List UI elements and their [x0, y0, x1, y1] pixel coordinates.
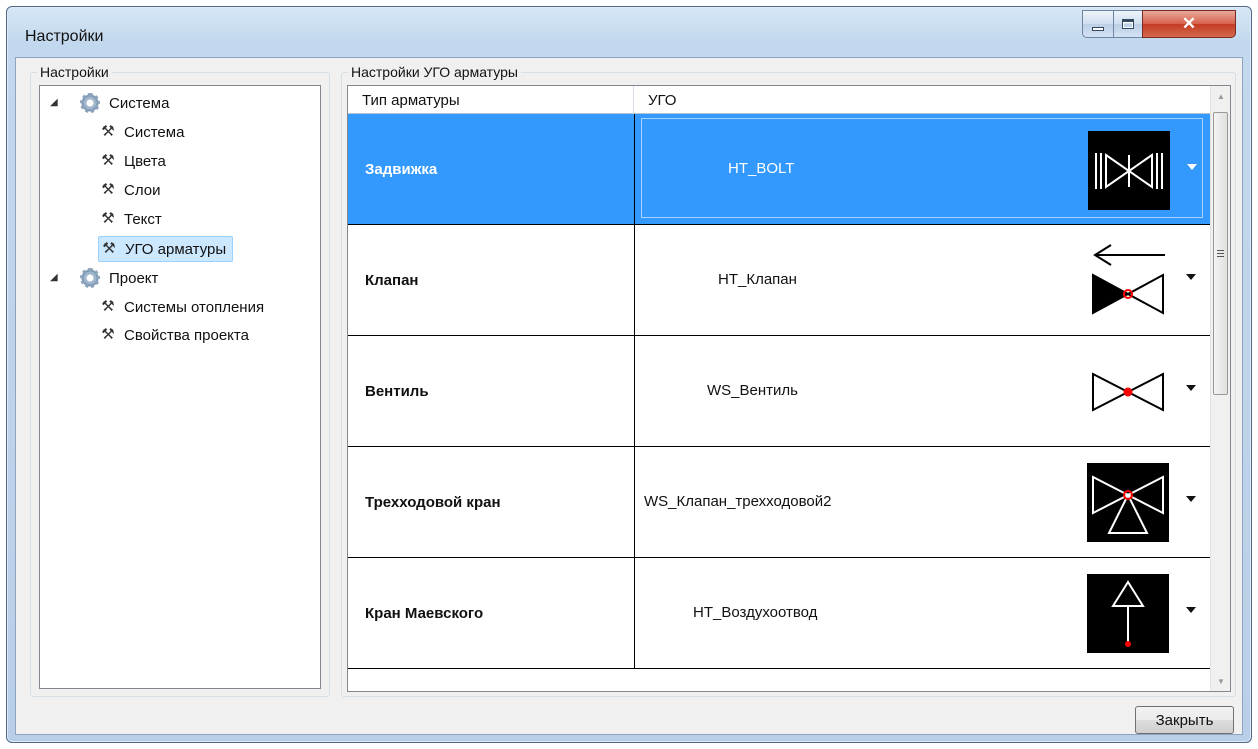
- gate-valve-symbol: [1088, 131, 1170, 210]
- dropdown-arrow-icon[interactable]: [1186, 607, 1196, 613]
- tools-icon: ⚒: [102, 240, 116, 257]
- ugo-combobox[interactable]: HT_BOLT: [641, 118, 1203, 218]
- column-header-ugo[interactable]: УГО: [634, 86, 1210, 114]
- tools-icon: ⚒: [101, 326, 115, 343]
- window-title: Настройки: [25, 28, 104, 45]
- type-cell[interactable]: Клапан: [348, 225, 635, 335]
- scroll-up-icon[interactable]: ▲: [1211, 86, 1230, 106]
- tools-icon: ⚒: [101, 181, 115, 198]
- settings-groupbox: Настройки ◢ Система ⚒ Система ⚒ Цвета ⚒ …: [30, 64, 330, 697]
- table-row[interactable]: Задвижка HT_BOLT: [348, 114, 1210, 225]
- tree-node-label: Свойства проекта: [124, 326, 249, 344]
- tools-icon: ⚒: [101, 210, 115, 227]
- expanded-arrow-icon[interactable]: ◢: [50, 272, 60, 283]
- dropdown-arrow-icon[interactable]: [1186, 274, 1196, 280]
- tree-node-layers[interactable]: ⚒ Слои: [98, 179, 160, 201]
- settings-groupbox-legend: Настройки: [37, 64, 112, 80]
- ugo-combobox[interactable]: WS_Клапан_трехходовой2: [641, 451, 1203, 551]
- three-way-valve-symbol: [1087, 463, 1169, 542]
- ugo-cell[interactable]: WS_Клапан_трехходовой2: [635, 447, 1210, 557]
- ugo-name: HT_Клапан: [718, 270, 797, 288]
- grip-icon: [1217, 250, 1224, 257]
- tree-node-label: Система: [109, 94, 170, 112]
- ugo-cell[interactable]: HT_Воздухоотвод: [635, 558, 1210, 668]
- maximize-icon: [1122, 19, 1134, 29]
- check-valve-symbol: [1087, 241, 1169, 320]
- scroll-down-icon[interactable]: ▼: [1211, 671, 1230, 691]
- tools-icon: ⚒: [101, 152, 115, 169]
- client-area: Настройки ◢ Система ⚒ Система ⚒ Цвета ⚒ …: [15, 57, 1243, 735]
- dropdown-arrow-icon[interactable]: [1186, 385, 1196, 391]
- type-cell[interactable]: Кран Маевского: [348, 558, 635, 668]
- table-row[interactable]: Кран Маевского HT_Воздухоотвод: [348, 558, 1210, 669]
- tree-node-heating-systems[interactable]: ⚒ Системы отопления: [98, 296, 264, 318]
- settings-tree[interactable]: ◢ Система ⚒ Система ⚒ Цвета ⚒ Слои ⚒ Тек…: [39, 85, 321, 689]
- scrollbar-thumb[interactable]: [1213, 112, 1228, 395]
- table-row[interactable]: Трехходовой кран WS_Клапан_трехходовой2: [348, 447, 1210, 558]
- air-vent-symbol: [1087, 574, 1169, 653]
- grid-header: Тип арматуры УГО: [348, 86, 1210, 114]
- tree-node-project[interactable]: ◢ Проект: [50, 267, 158, 289]
- ugo-name: HT_BOLT: [728, 159, 795, 177]
- ugo-name: WS_Вентиль: [707, 381, 798, 399]
- ugo-settings-groupbox-legend: Настройки УГО арматуры: [348, 64, 521, 80]
- ugo-combobox[interactable]: HT_Клапан: [641, 229, 1203, 329]
- tree-node-project-properties[interactable]: ⚒ Свойства проекта: [98, 324, 249, 346]
- ugo-name: HT_Воздухоотвод: [693, 603, 818, 621]
- tree-node-label: УГО арматуры: [125, 240, 227, 258]
- vertical-scrollbar[interactable]: ▲ ▼: [1210, 86, 1230, 691]
- ugo-cell[interactable]: HT_Клапан: [635, 225, 1210, 335]
- gear-icon: [80, 268, 100, 288]
- close-icon: ✕: [1181, 14, 1197, 33]
- ugo-combobox[interactable]: HT_Воздухоотвод: [641, 562, 1203, 662]
- dropdown-arrow-icon[interactable]: [1186, 496, 1196, 502]
- tools-icon: ⚒: [101, 298, 115, 315]
- ugo-cell[interactable]: WS_Вентиль: [635, 336, 1210, 446]
- close-window-button[interactable]: ✕: [1142, 10, 1236, 38]
- type-cell[interactable]: Вентиль: [348, 336, 635, 446]
- tree-node-ugo-armatury[interactable]: ⚒ УГО арматуры: [98, 236, 234, 262]
- maximize-button[interactable]: [1113, 10, 1143, 38]
- type-cell[interactable]: Трехходовой кран: [348, 447, 635, 557]
- tree-node-system-general[interactable]: ⚒ Система: [98, 121, 184, 143]
- close-button[interactable]: Закрыть: [1135, 706, 1234, 734]
- ugo-combobox[interactable]: WS_Вентиль: [641, 340, 1203, 440]
- tree-node-label: Системы отопления: [124, 298, 265, 316]
- tree-node-colors[interactable]: ⚒ Цвета: [98, 150, 166, 172]
- dropdown-arrow-icon[interactable]: [1187, 164, 1197, 170]
- column-header-type[interactable]: Тип арматуры: [348, 86, 634, 114]
- grid-rows: Задвижка HT_BOLT Клапан HT_Клапан Вентил…: [348, 114, 1210, 669]
- ugo-grid[interactable]: Тип арматуры УГО Задвижка HT_BOLT Клапан…: [347, 85, 1231, 692]
- expanded-arrow-icon[interactable]: ◢: [50, 97, 60, 108]
- ugo-name: WS_Клапан_трехходовой2: [644, 492, 832, 510]
- gear-icon: [80, 93, 100, 113]
- type-cell[interactable]: Задвижка: [348, 114, 635, 224]
- title-bar[interactable]: Настройки ✕: [7, 7, 1251, 57]
- globe-valve-symbol: [1087, 352, 1169, 431]
- settings-window: Настройки ✕ Настройки ◢ Система ⚒ Систем…: [6, 6, 1252, 743]
- ugo-cell[interactable]: HT_BOLT: [635, 114, 1210, 224]
- minimize-button[interactable]: [1082, 10, 1114, 38]
- table-row[interactable]: Вентиль WS_Вентиль: [348, 336, 1210, 447]
- tree-node-label: Система: [124, 123, 185, 141]
- minimize-icon: [1092, 27, 1104, 31]
- ugo-settings-groupbox: Настройки УГО арматуры Тип арматуры УГО …: [341, 64, 1236, 697]
- tools-icon: ⚒: [101, 123, 115, 140]
- table-row[interactable]: Клапан HT_Клапан: [348, 225, 1210, 336]
- tree-node-system[interactable]: ◢ Система: [50, 92, 169, 114]
- tree-node-label: Цвета: [124, 152, 166, 170]
- tree-node-label: Слои: [124, 181, 161, 199]
- tree-node-label: Текст: [124, 210, 162, 228]
- tree-node-label: Проект: [109, 269, 159, 287]
- tree-node-text[interactable]: ⚒ Текст: [98, 208, 162, 230]
